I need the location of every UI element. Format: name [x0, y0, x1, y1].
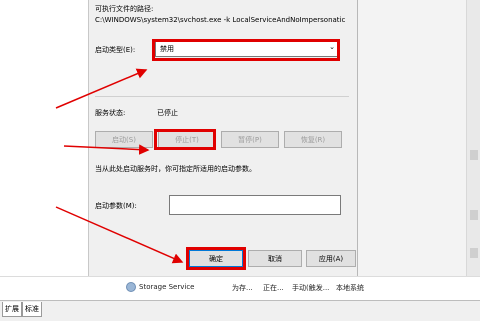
arrow-to-stop-button [63, 144, 150, 155]
annotation-arrows [55, 68, 184, 264]
arrow-to-startup-type [55, 68, 148, 109]
arrow-to-ok-button [55, 206, 184, 264]
